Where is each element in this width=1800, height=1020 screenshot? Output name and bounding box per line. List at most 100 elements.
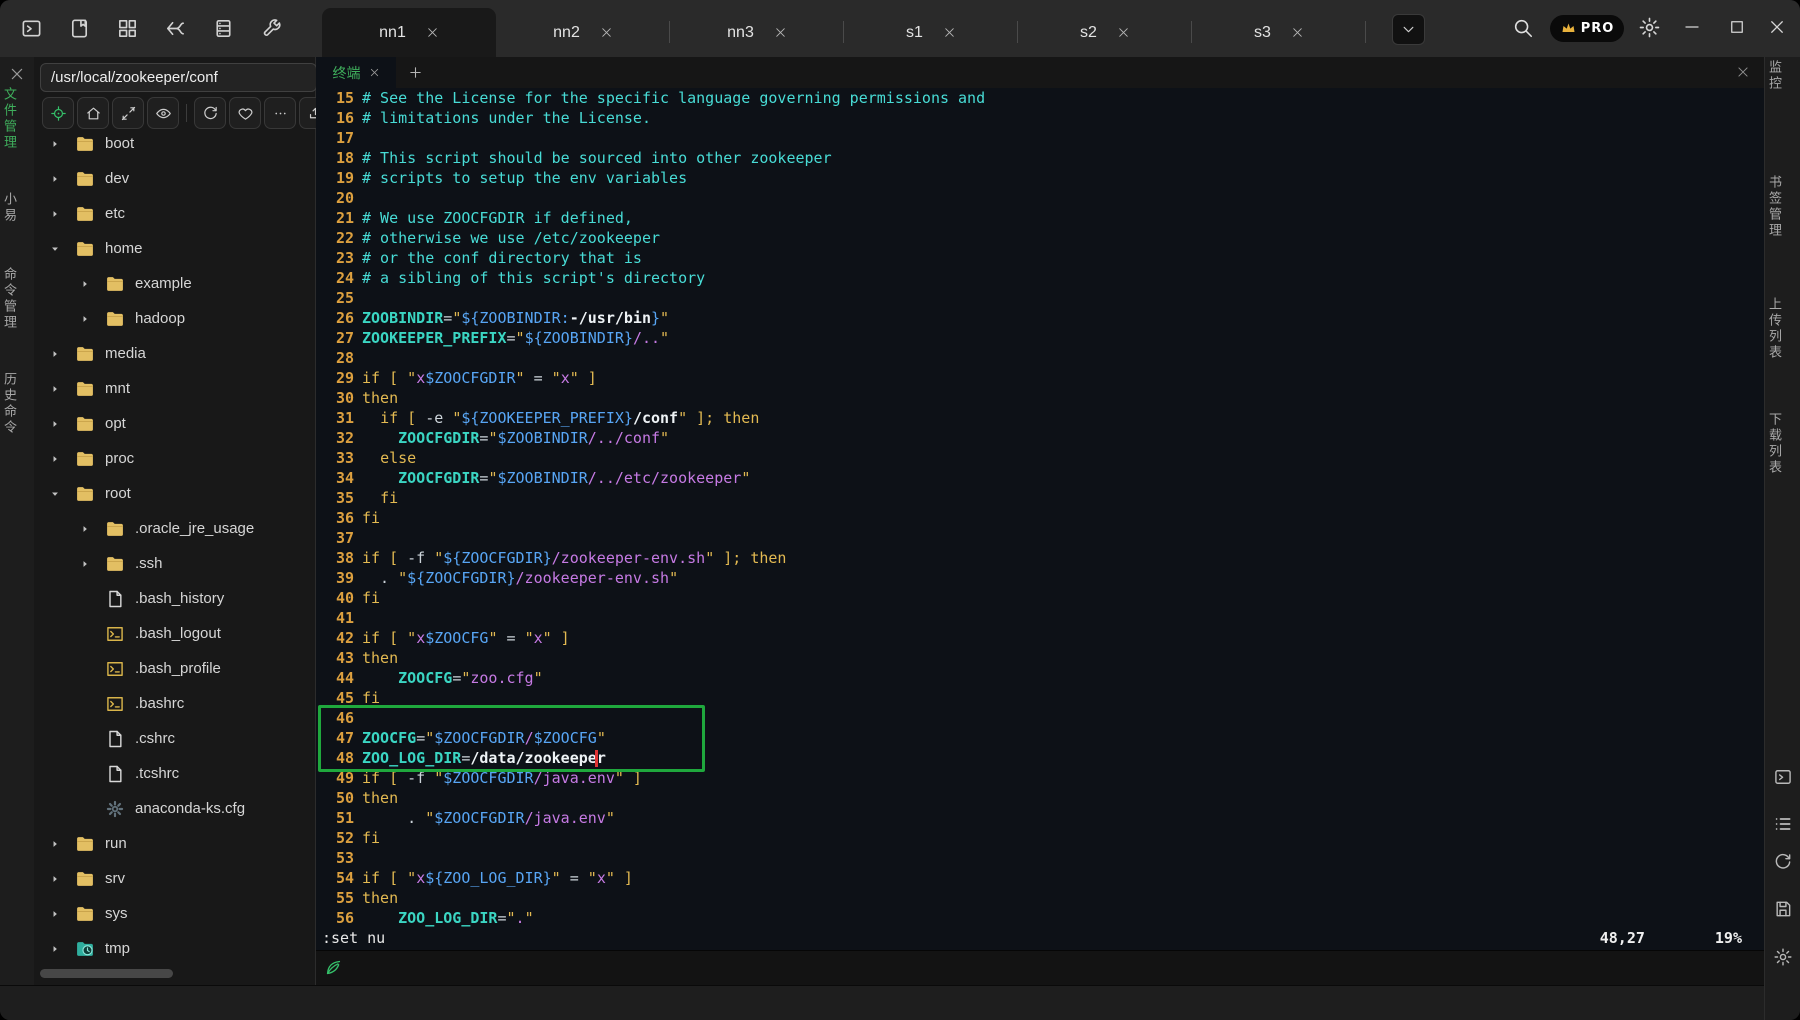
file-icon [105,764,125,784]
chevron-collapsed-icon[interactable] [50,209,60,219]
tree-row-.bashrc[interactable]: .bashrc [34,686,315,721]
tree-row-sys[interactable]: sys [34,896,315,931]
tab-list-button[interactable] [1392,14,1425,45]
tree-label: anaconda-ks.cfg [135,800,245,817]
chevron-collapsed-icon[interactable] [50,839,60,849]
tree-row-root[interactable]: root [34,476,315,511]
home-button[interactable] [77,97,109,129]
chevron-collapsed-icon[interactable] [50,874,60,884]
sidebar-item-4[interactable]: 历史命令 [0,372,34,436]
right-rail-item-2[interactable]: 书签管理 [1765,175,1800,239]
session-tab-s3[interactable]: s3 [1192,8,1366,57]
chevron-collapsed-icon[interactable] [80,279,90,289]
tree-row-opt[interactable]: opt [34,406,315,441]
refresh-button[interactable] [194,97,226,129]
session-tab-nn2[interactable]: nn2 [496,8,670,57]
tree-row-etc[interactable]: etc [34,196,315,231]
tree-row-home[interactable]: home [34,231,315,266]
horizontal-scrollbar[interactable] [40,969,173,978]
sidebar-item-3[interactable]: 命令管理 [0,267,34,331]
close-icon[interactable] [369,67,380,78]
chevron-collapsed-icon[interactable] [80,559,90,569]
collapse-button[interactable] [112,97,144,129]
terminal-tab[interactable]: 终端 [316,57,396,88]
server-icon[interactable] [212,17,235,40]
session-tab-nn3[interactable]: nn3 [670,8,844,57]
chevron-collapsed-icon[interactable] [50,944,60,954]
terminal-icon[interactable] [20,17,43,40]
close-icon[interactable] [1768,18,1786,36]
tree-row-srv[interactable]: srv [34,861,315,896]
settings-icon[interactable] [1773,947,1793,967]
tree-row-.bash_logout[interactable]: .bash_logout [34,616,315,651]
maximize-icon[interactable] [1728,18,1746,36]
sidebar-item-1[interactable]: 文件管理 [0,87,34,151]
tree-row-boot[interactable]: boot [34,126,315,161]
chevron-expanded-icon[interactable] [50,244,60,254]
chevron-collapsed-icon[interactable] [50,909,60,919]
toolbar-divider [186,104,187,122]
code-line-26: 26ZOOBINDIR="${ZOOBINDIR:-/usr/bin}" [320,308,1764,328]
tree-row-mnt[interactable]: mnt [34,371,315,406]
locate-button[interactable] [42,97,74,129]
dashboard-icon[interactable] [116,17,139,40]
tree-row-proc[interactable]: proc [34,441,315,476]
right-rail-item-3[interactable]: 上传列表 [1765,297,1800,361]
close-icon[interactable] [943,26,956,39]
close-icon[interactable] [600,26,613,39]
heart-button[interactable] [229,97,261,129]
chevron-collapsed-icon[interactable] [50,349,60,359]
close-icon[interactable] [9,66,25,82]
tree-row-anaconda-ks.cfg[interactable]: anaconda-ks.cfg [34,791,315,826]
sidebar-item-2[interactable]: 小易 [0,192,34,224]
tree-row-.tcshrc[interactable]: .tcshrc [34,756,315,791]
tree-row-dev[interactable]: dev [34,161,315,196]
list-icon[interactable] [1773,814,1793,834]
tree-row-media[interactable]: media [34,336,315,371]
right-rail-item-1[interactable]: 监控 [1765,60,1800,92]
right-rail-item-4[interactable]: 下载列表 [1765,412,1800,476]
chevron-collapsed-icon[interactable] [50,454,60,464]
session-tab-s2[interactable]: s2 [1018,8,1192,57]
chevron-collapsed-icon[interactable] [80,524,90,534]
refresh-icon[interactable] [1773,852,1793,872]
chevron-collapsed-icon[interactable] [50,419,60,429]
chevron-expanded-icon[interactable] [50,489,60,499]
new-terminal-button[interactable] [408,65,423,80]
wrench-icon[interactable] [260,17,283,40]
session-tab-s1[interactable]: s1 [844,8,1018,57]
close-icon[interactable] [1736,65,1750,79]
chevron-collapsed-icon[interactable] [50,384,60,394]
tree-row-.bash_history[interactable]: .bash_history [34,581,315,616]
manual-icon[interactable] [68,17,91,40]
tree-row-example[interactable]: example [34,266,315,301]
settings-icon[interactable] [1638,16,1661,39]
chevron-collapsed-icon[interactable] [50,139,60,149]
terminal-icon[interactable] [1773,767,1793,787]
tree-row-.bash_profile[interactable]: .bash_profile [34,651,315,686]
tree-row-.ssh[interactable]: .ssh [34,546,315,581]
session-tab-nn1[interactable]: nn1 [322,8,496,57]
more-button[interactable] [264,97,296,129]
chevron-collapsed-icon[interactable] [50,174,60,184]
minimize-icon[interactable] [1683,18,1701,36]
chevron-collapsed-icon[interactable] [80,314,90,324]
flow-icon[interactable] [164,17,187,40]
tree-row-.cshrc[interactable]: .cshrc [34,721,315,756]
pro-badge[interactable]: PRO [1550,15,1624,42]
save-icon[interactable] [1773,899,1793,919]
close-icon[interactable] [774,26,787,39]
tree-row-tmp[interactable]: tmp [34,931,315,966]
line-number: 43 [320,649,354,667]
tree-row-.oracle_jre_usage[interactable]: .oracle_jre_usage [34,511,315,546]
close-icon[interactable] [1117,26,1130,39]
tree-row-hadoop[interactable]: hadoop [34,301,315,336]
line-number: 40 [320,589,354,607]
tree-label: example [135,275,192,292]
search-icon[interactable] [1512,17,1534,39]
close-icon[interactable] [426,26,439,39]
tree-row-run[interactable]: run [34,826,315,861]
close-icon[interactable] [1291,26,1304,39]
path-input[interactable] [40,63,317,92]
eye-button[interactable] [147,97,179,129]
